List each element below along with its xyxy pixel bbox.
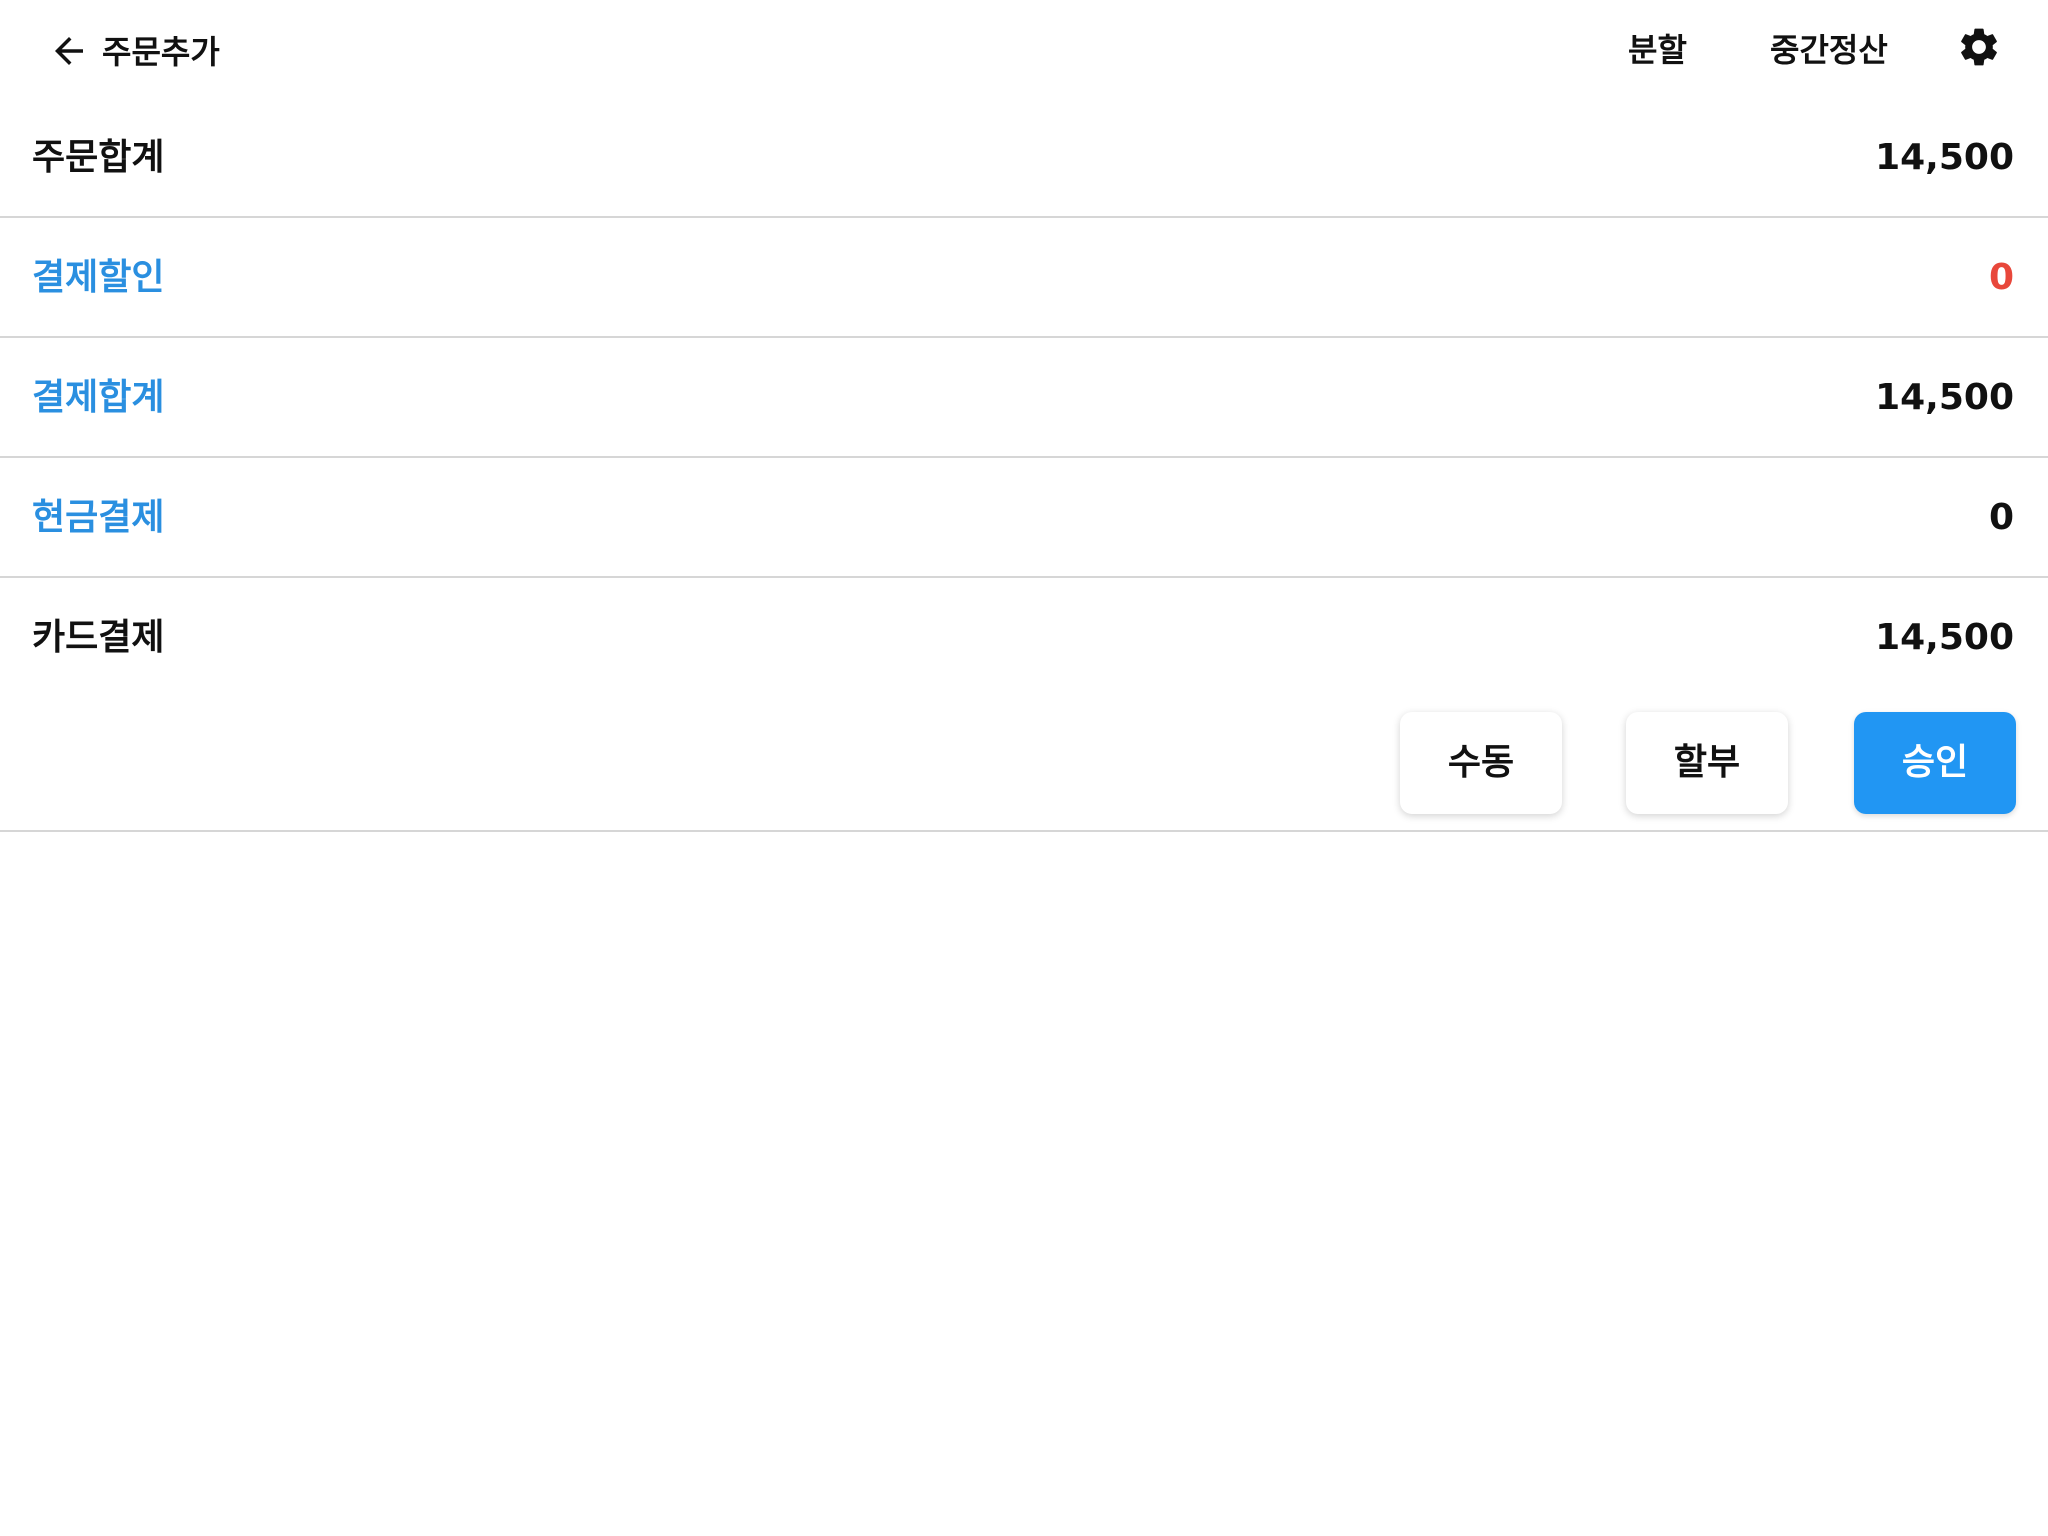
order-total-row: 주문합계 14,500 — [0, 104, 2048, 218]
page-title[interactable]: 주문추가 — [102, 28, 220, 76]
payment-total-value: 14,500 — [1875, 377, 2014, 418]
gear-icon[interactable] — [1956, 24, 2002, 70]
cash-payment-row[interactable]: 현금결제 0 — [0, 458, 2048, 578]
payment-total-label[interactable]: 결제합계 — [32, 374, 164, 422]
card-payment-value: 14,500 — [1875, 617, 2014, 658]
interim-settlement-button[interactable]: 중간정산 — [1770, 26, 1888, 74]
cash-payment-label[interactable]: 현금결제 — [32, 494, 164, 542]
approve-button[interactable]: 승인 — [1854, 712, 2016, 814]
payment-total-row[interactable]: 결제합계 14,500 — [0, 338, 2048, 458]
top-bar: 주문추가 분할 중간정산 — [0, 0, 2048, 104]
card-payment-row: 카드결제 14,500 수동 할부 승인 — [0, 578, 2048, 832]
cash-payment-value: 0 — [1988, 497, 2014, 538]
manual-button[interactable]: 수동 — [1400, 712, 1562, 814]
payment-discount-label[interactable]: 결제할인 — [32, 254, 164, 302]
payment-discount-value: 0 — [1988, 257, 2014, 298]
payment-discount-row[interactable]: 결제할인 0 — [0, 218, 2048, 338]
installment-button[interactable]: 할부 — [1626, 712, 1788, 814]
payment-screen: 주문추가 분할 중간정산 주문합계 14,500 결제할인 0 결제합계 14,… — [0, 0, 2048, 1536]
card-payment-label: 카드결제 — [32, 617, 165, 658]
order-total-label: 주문합계 — [32, 137, 165, 178]
split-button[interactable]: 분할 — [1628, 26, 1687, 74]
arrow-left-icon[interactable] — [48, 30, 90, 72]
order-total-value: 14,500 — [1875, 137, 2014, 178]
